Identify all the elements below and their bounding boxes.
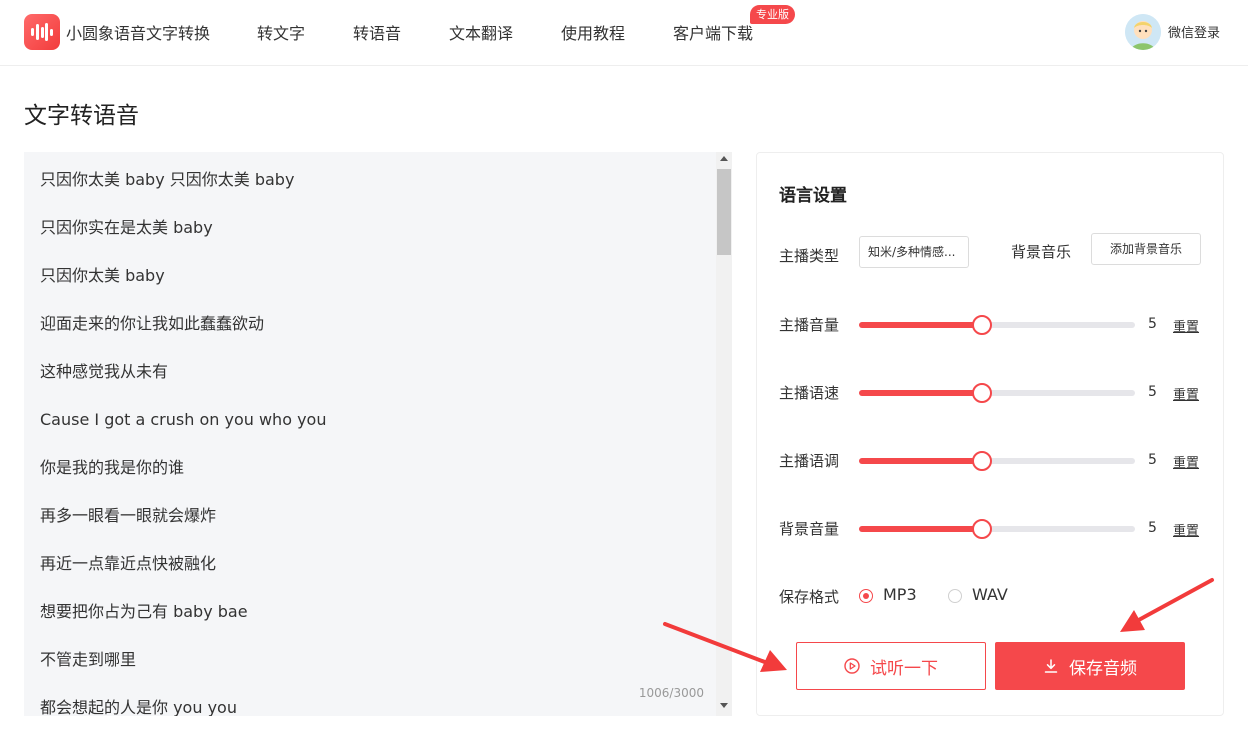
nav-text-to-speech[interactable]: 转语音 [353,20,401,44]
slider-fill [859,322,983,328]
listen-button[interactable]: 试听一下 [796,642,986,690]
text-line: 再近一点靠近点快被融化 [40,554,217,573]
brand-name[interactable]: 小圆象语音文字转换 [66,20,210,44]
anchor-speed-slider[interactable] [859,383,1135,403]
user-avatar-icon [1125,14,1161,50]
slider-label: 主播语调 [779,452,840,470]
nav-tutorial[interactable]: 使用教程 [561,20,625,44]
anchor-type-label: 主播类型 [779,247,840,265]
reset-link[interactable]: 重置 [1173,384,1199,403]
text-input-area[interactable]: 只因你太美 baby 只因你太美 baby 只因你实在是太美 baby 只因你太… [24,152,732,716]
text-line: 这种感觉我从未有 [40,362,169,381]
mp3-radio[interactable] [859,589,873,603]
soundwave-icon [31,23,53,41]
slider-label: 背景音量 [779,520,840,538]
save-audio-button[interactable]: 保存音频 [995,642,1185,690]
wav-label[interactable]: WAV [972,585,1008,604]
scroll-down-icon[interactable] [720,703,728,708]
slider-handle[interactable] [972,315,993,335]
slider-handle[interactable] [972,451,993,471]
app-logo[interactable] [24,14,60,50]
avatar[interactable] [1125,14,1161,50]
listen-button-label: 试听一下 [870,658,938,679]
slider-label: 主播音量 [779,316,840,334]
slider-fill [859,390,983,396]
scroll-thumb[interactable] [717,169,731,255]
anchor-pitch-slider[interactable] [859,451,1135,471]
text-line: 都会想起的人是你 you you [40,698,237,716]
anchor-type-select[interactable]: 知米/多种情感... [859,236,969,268]
text-line: Cause I got a crush on you who you [40,410,327,429]
anchor-volume-slider[interactable] [859,315,1135,335]
reset-link[interactable]: 重置 [1173,452,1199,471]
bgm-volume-slider[interactable] [859,519,1135,539]
play-circle-icon [844,658,860,674]
slider-value: 5 [1148,520,1157,536]
text-line: 只因你实在是太美 baby [40,218,213,237]
slider-handle[interactable] [972,383,993,403]
slider-fill [859,526,983,532]
format-label: 保存格式 [779,588,840,606]
text-line: 只因你太美 baby [40,266,165,285]
top-header: 小圆象语音文字转换 转文字 转语音 文本翻译 使用教程 客户端下载 专业版 微信… [0,0,1248,66]
slider-value: 5 [1148,452,1157,468]
settings-title: 语言设置 [779,186,847,206]
text-content[interactable]: 只因你太美 baby 只因你太美 baby 只因你实在是太美 baby 只因你太… [40,168,720,716]
vertical-scrollbar[interactable] [716,152,732,716]
reset-link[interactable]: 重置 [1173,316,1199,335]
text-line: 迎面走来的你让我如此蠢蠢欲动 [40,314,265,333]
scroll-up-icon[interactable] [720,156,728,161]
text-line: 只因你太美 baby 只因你太美 baby [40,170,295,189]
save-button-label: 保存音频 [1069,658,1137,679]
download-icon [1044,659,1058,673]
page-title: 文字转语音 [24,103,139,129]
slider-handle[interactable] [972,519,993,539]
voice-settings-panel: 语言设置 主播类型 知米/多种情感... 背景音乐 添加背景音乐 主播音量 5 … [756,152,1224,716]
char-count: 1006/3000 [638,686,704,700]
add-bgm-button[interactable]: 添加背景音乐 [1091,233,1201,265]
slider-value: 5 [1148,316,1157,332]
nav-client-download[interactable]: 客户端下载 [673,20,753,44]
slider-fill [859,458,983,464]
reset-link[interactable]: 重置 [1173,520,1199,539]
text-line: 再多一眼看一眼就会爆炸 [40,506,217,525]
bgm-label: 背景音乐 [1011,243,1072,261]
wav-radio[interactable] [948,589,962,603]
text-line: 不管走到哪里 [40,650,137,669]
text-line: 你是我的我是你的谁 [40,458,185,477]
text-line: 想要把你占为己有 baby bae [40,602,248,621]
nav-text-translate[interactable]: 文本翻译 [449,20,513,44]
wechat-login-link[interactable]: 微信登录 [1168,22,1220,41]
nav-speech-to-text[interactable]: 转文字 [257,20,305,44]
pro-badge: 专业版 [750,5,795,24]
mp3-label[interactable]: MP3 [883,585,917,604]
slider-label: 主播语速 [779,384,840,402]
slider-value: 5 [1148,384,1157,400]
